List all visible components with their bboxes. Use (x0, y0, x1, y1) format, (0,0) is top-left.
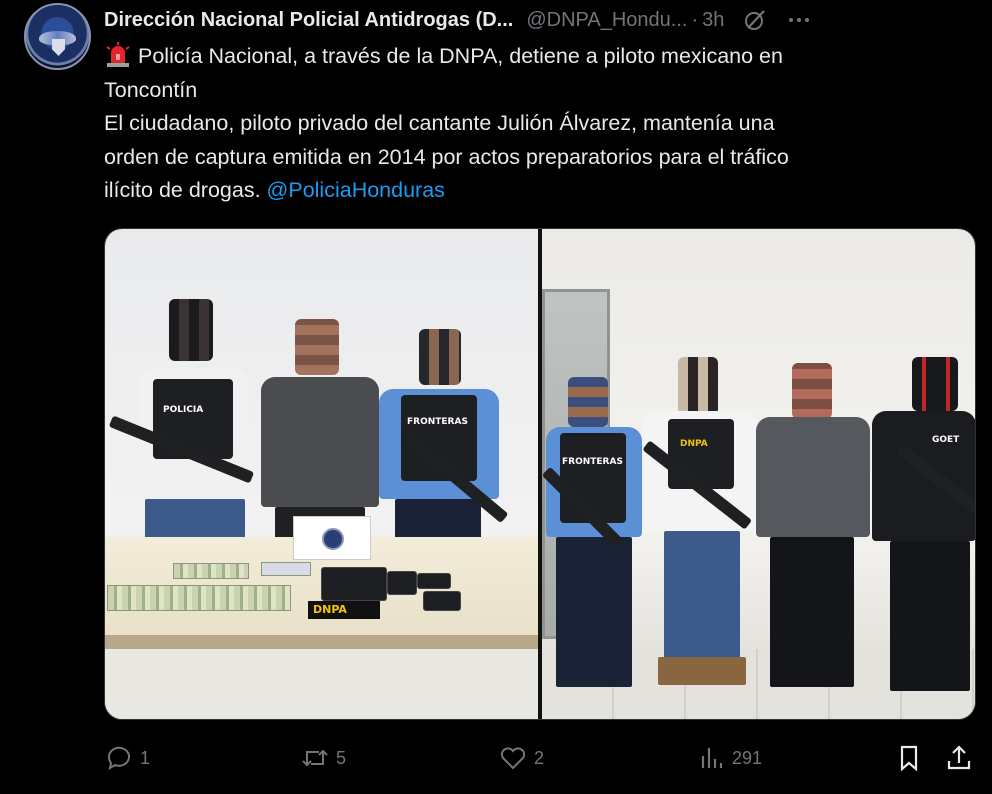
tablet-device (321, 567, 387, 601)
post-header: Dirección Nacional Policial Antidrogas (… (104, 6, 984, 34)
dnpa-badge: DNPA (308, 601, 380, 619)
pixelated-face (295, 319, 339, 375)
reply-count: 1 (140, 747, 151, 768)
tactical-vest: GOET (912, 429, 972, 459)
like-button[interactable]: 2 (498, 740, 544, 776)
pixelated-face (678, 357, 718, 415)
tactical-vest: DNPA (668, 419, 734, 489)
avatar-shield-emblem (52, 39, 65, 56)
repost-icon (302, 749, 328, 767)
post-actions: 1 5 2 291 (104, 740, 976, 776)
vest-label: FRONTERAS (407, 417, 468, 427)
pixelated-face (792, 363, 832, 419)
officer-left-2: FRONTERAS (373, 329, 503, 544)
post-text-line-2: Toncontín (104, 77, 198, 102)
legs (890, 541, 970, 691)
officer-right-1: FRONTERAS (546, 377, 642, 697)
table-edge (105, 635, 538, 649)
author-name[interactable]: Dirección Nacional Policial Antidrogas (… (104, 9, 513, 32)
mobile-phone (417, 573, 451, 589)
share-icon (947, 745, 971, 770)
bookmark-button[interactable] (894, 740, 924, 776)
post-media[interactable]: POLICIA FRONTERAS DNPA FRONTERAS DNPA GO… (104, 228, 976, 720)
repost-count: 5 (336, 747, 347, 768)
helmeted-face (912, 357, 958, 411)
view-count: 291 (732, 747, 763, 768)
legs (556, 537, 632, 687)
photo-right[interactable]: FRONTERAS DNPA GOET (542, 229, 975, 719)
torso (261, 377, 379, 507)
repost-button[interactable]: 5 (300, 740, 346, 776)
post-text-line-3: El ciudadano, piloto privado del cantant… (104, 111, 775, 135)
vest-label: FRONTERAS (562, 457, 623, 467)
heart-icon (500, 747, 526, 770)
detainee-right (756, 363, 870, 707)
post-text: Policía Nacional, a través de la DNPA, d… (104, 40, 964, 208)
mobile-phone (423, 591, 461, 611)
pixelated-face (419, 329, 461, 385)
grok-icon[interactable] (742, 7, 768, 33)
placard-seal (322, 528, 344, 550)
views-button[interactable]: 291 (696, 740, 762, 776)
vest-label: GOET (932, 435, 960, 445)
header-separator: · (691, 8, 699, 31)
bar-chart-icon (701, 748, 723, 768)
like-count: 2 (534, 747, 545, 768)
evidence-placard (293, 516, 371, 560)
boots (658, 657, 746, 685)
reply-button[interactable]: 1 (104, 740, 150, 776)
officer-left-1: POLICIA (127, 299, 257, 539)
share-button[interactable] (944, 740, 974, 776)
floor (105, 649, 538, 719)
pixelated-face (169, 299, 213, 361)
more-icon[interactable] (786, 7, 812, 33)
legs (770, 537, 854, 687)
author-avatar[interactable] (24, 3, 91, 70)
torso (756, 417, 870, 537)
reply-icon (107, 746, 130, 771)
officer-right-2: DNPA (642, 357, 758, 701)
post-text-line-1: Policía Nacional, a través de la DNPA, d… (104, 40, 964, 74)
post-text-line-4: orden de captura emitida en 2014 por act… (104, 144, 789, 169)
mobile-phone (387, 571, 417, 595)
rotating-light-icon (104, 41, 132, 68)
author-handle[interactable]: @DNPA_Hondu... (526, 9, 687, 32)
post-text-line-5-content: ilícito de drogas. (104, 178, 267, 202)
cash-stack (261, 562, 311, 576)
cash-stack (173, 563, 249, 579)
bookmark-icon (900, 745, 918, 772)
photo-left[interactable]: POLICIA FRONTERAS DNPA (105, 229, 538, 719)
cash-stack (107, 585, 291, 611)
pixelated-face (568, 377, 608, 427)
officer-right-3: GOET (872, 357, 975, 703)
post-time[interactable]: 3h (702, 9, 724, 32)
detainee-left (261, 319, 379, 541)
vest-label: POLICIA (163, 405, 204, 415)
vest-label: DNPA (680, 439, 708, 449)
legs (145, 499, 245, 539)
post-text-line-5: ilícito de drogas. @PoliciaHonduras (104, 174, 964, 208)
mention-link[interactable]: @PoliciaHonduras (267, 178, 445, 202)
post-text-line-1-content: Policía Nacional, a través de la DNPA, d… (138, 44, 783, 68)
